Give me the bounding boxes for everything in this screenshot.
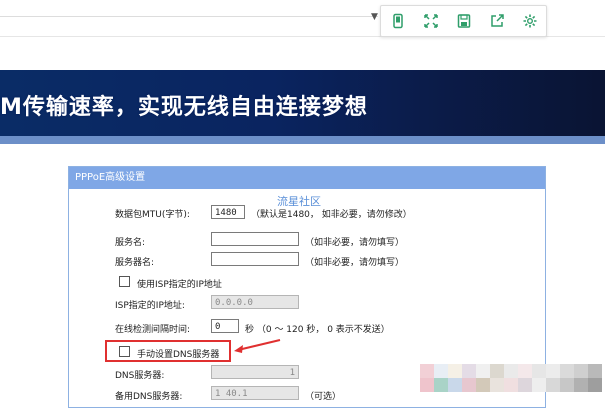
pixelated-area	[418, 360, 605, 400]
address-bar[interactable]	[0, 16, 378, 17]
chevron-down-icon[interactable]: ▼	[371, 12, 378, 22]
save-icon[interactable]	[452, 9, 476, 33]
dns2-input[interactable]: 1 40.1	[211, 386, 299, 400]
service-name-label: 服务名:	[115, 238, 146, 248]
gear-icon[interactable]	[518, 9, 542, 33]
fullscreen-icon[interactable]	[419, 9, 443, 33]
mtu-note: （默认是1480， 如非必要，请勿修改）	[251, 210, 412, 220]
banner-stripe	[0, 136, 605, 144]
dns-highlight-box	[105, 340, 231, 362]
dns2-label: 备用DNS服务器:	[115, 392, 183, 402]
mtu-input[interactable]: 1480	[211, 205, 245, 219]
isp-ip-input[interactable]: 0.0.0.0	[211, 295, 299, 309]
use-isp-ip-label: 使用ISP指定的IP地址	[137, 280, 222, 290]
panel-title: PPPoE高级设置	[69, 167, 545, 189]
share-icon[interactable]	[485, 9, 509, 33]
browser-topbar: ▼	[0, 0, 605, 37]
isp-ip-label: ISP指定的IP地址:	[115, 301, 185, 311]
interval-input[interactable]: 0	[211, 319, 239, 333]
service-name-input[interactable]	[211, 232, 299, 246]
phone-icon[interactable]	[386, 9, 410, 33]
mtu-label: 数据包MTU(字节):	[115, 210, 190, 220]
floating-toolbar	[380, 5, 547, 37]
use-isp-ip-checkbox[interactable]	[119, 276, 130, 287]
server-name-input[interactable]	[211, 252, 299, 266]
interval-label: 在线检测间隔时间:	[115, 325, 191, 335]
server-name-label: 服务器名:	[115, 258, 155, 268]
dns1-input[interactable]: 1	[211, 365, 299, 379]
banner-slogan: M传输速率，实现无线自由连接梦想	[0, 95, 368, 120]
dns1-label: DNS服务器:	[115, 371, 165, 381]
red-arrow-icon	[234, 339, 281, 353]
server-name-note: （如非必要，请勿填写）	[305, 258, 405, 268]
dns2-note: （可选）	[305, 392, 342, 402]
interval-note: 秒 （0 ～ 120 秒， 0 表示不发送）	[245, 325, 390, 335]
service-name-note: （如非必要，请勿填写）	[305, 238, 405, 248]
